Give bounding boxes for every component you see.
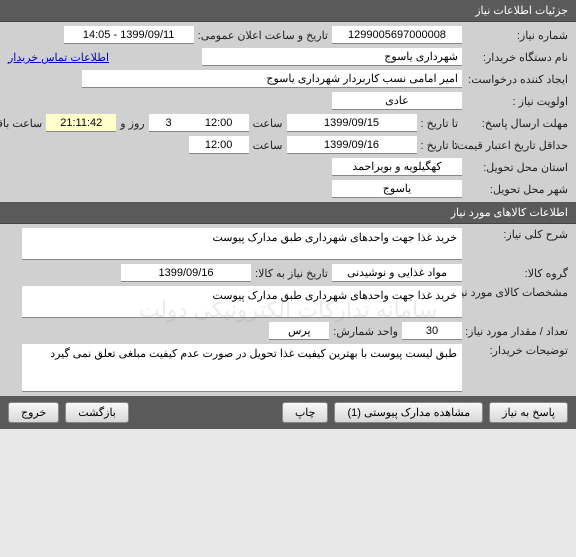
label-credit: حداقل تاریخ اعتبار قیمت: — [462, 139, 572, 152]
section-header-need-details: جزئیات اطلاعات نیاز — [0, 0, 576, 22]
label-group: گروه کالا: — [462, 267, 572, 280]
field-announce[interactable] — [64, 26, 194, 44]
label-time: ساعت — [249, 117, 287, 130]
row-group: گروه کالا: تاریخ نیاز به کالا: — [4, 262, 572, 284]
label-remaining: ساعت باقی مانده — [0, 117, 46, 130]
label-credit-to-date: تا تاریخ : — [417, 139, 462, 152]
panel-goods: سامانه تدارکات الکترونیکی دولت شرح کلی ن… — [0, 224, 576, 396]
label-spec: مشخصات کالای مورد نیاز: — [462, 286, 572, 299]
label-credit-time: ساعت — [249, 139, 287, 152]
section-title-goods: اطلاعات کالاهای مورد نیاز — [451, 207, 568, 219]
label-qty: تعداد / مقدار مورد نیاز: — [462, 325, 572, 338]
label-days: روز و — [116, 117, 148, 130]
field-days[interactable] — [149, 114, 189, 132]
field-need-date[interactable] — [121, 264, 251, 282]
row-spec: مشخصات کالای مورد نیاز: — [4, 284, 572, 320]
bottom-toolbar: پاسخ به نیاز مشاهده مدارک پیوستی (1) چاپ… — [0, 396, 576, 429]
field-province[interactable] — [332, 158, 462, 176]
row-need-number: شماره نیاز: تاریخ و ساعت اعلان عمومی: — [4, 24, 572, 46]
row-desc: شرح کلی نیاز: — [4, 226, 572, 262]
attachments-button[interactable]: مشاهده مدارک پیوستی (1) — [334, 402, 483, 423]
row-creator: ایجاد کننده درخواست: — [4, 68, 572, 90]
row-deadline: مهلت ارسال پاسخ: تا تاریخ : ساعت روز و س… — [4, 112, 572, 134]
field-remaining[interactable] — [46, 114, 116, 132]
row-province: استان محل تحویل: — [4, 156, 572, 178]
label-to-date: تا تاریخ : — [417, 117, 462, 130]
label-notes: توضیحات خریدار: — [462, 344, 572, 357]
label-desc: شرح کلی نیاز: — [462, 228, 572, 241]
exit-button[interactable]: خروج — [8, 402, 59, 423]
field-buyer[interactable] — [202, 48, 462, 66]
label-announce: تاریخ و ساعت اعلان عمومی: — [194, 29, 332, 42]
row-city: شهر محل تحویل: — [4, 178, 572, 200]
field-spec[interactable] — [22, 286, 462, 318]
field-deadline-date[interactable] — [287, 114, 417, 132]
label-unit: واحد شمارش: — [329, 325, 402, 338]
field-deadline-time[interactable] — [189, 114, 249, 132]
label-need-date: تاریخ نیاز به کالا: — [251, 267, 332, 280]
field-credit-time[interactable] — [189, 136, 249, 154]
label-creator: ایجاد کننده درخواست: — [462, 73, 572, 86]
reply-button[interactable]: پاسخ به نیاز — [489, 402, 568, 423]
row-qty: تعداد / مقدار مورد نیاز: واحد شمارش: — [4, 320, 572, 342]
field-unit[interactable] — [269, 322, 329, 340]
section-header-goods: اطلاعات کالاهای مورد نیاز — [0, 202, 576, 224]
field-creator[interactable] — [82, 70, 462, 88]
field-notes[interactable] — [22, 344, 462, 392]
back-button[interactable]: بازگشت — [65, 402, 129, 423]
field-city[interactable] — [332, 180, 462, 198]
field-credit-date[interactable] — [287, 136, 417, 154]
field-group[interactable] — [332, 264, 462, 282]
field-qty[interactable] — [402, 322, 462, 340]
link-buyer-contact[interactable]: اطلاعات تماس خریدار — [4, 51, 113, 64]
field-priority[interactable] — [332, 92, 462, 110]
row-buyer: نام دستگاه خریدار: اطلاعات تماس خریدار — [4, 46, 572, 68]
label-need-number: شماره نیاز: — [462, 29, 572, 42]
label-province: استان محل تحویل: — [462, 161, 572, 174]
field-desc[interactable] — [22, 228, 462, 260]
field-need-number[interactable] — [332, 26, 462, 44]
section-title: جزئیات اطلاعات نیاز — [475, 5, 568, 17]
row-priority: اولویت نیاز : — [4, 90, 572, 112]
label-city: شهر محل تحویل: — [462, 183, 572, 196]
print-button[interactable]: چاپ — [282, 402, 329, 423]
panel-need-details: شماره نیاز: تاریخ و ساعت اعلان عمومی: نا… — [0, 22, 576, 202]
row-notes: توضیحات خریدار: — [4, 342, 572, 394]
label-deadline: مهلت ارسال پاسخ: — [462, 117, 572, 130]
row-credit: حداقل تاریخ اعتبار قیمت: تا تاریخ : ساعت — [4, 134, 572, 156]
label-priority: اولویت نیاز : — [462, 95, 572, 108]
label-buyer: نام دستگاه خریدار: — [462, 51, 572, 64]
